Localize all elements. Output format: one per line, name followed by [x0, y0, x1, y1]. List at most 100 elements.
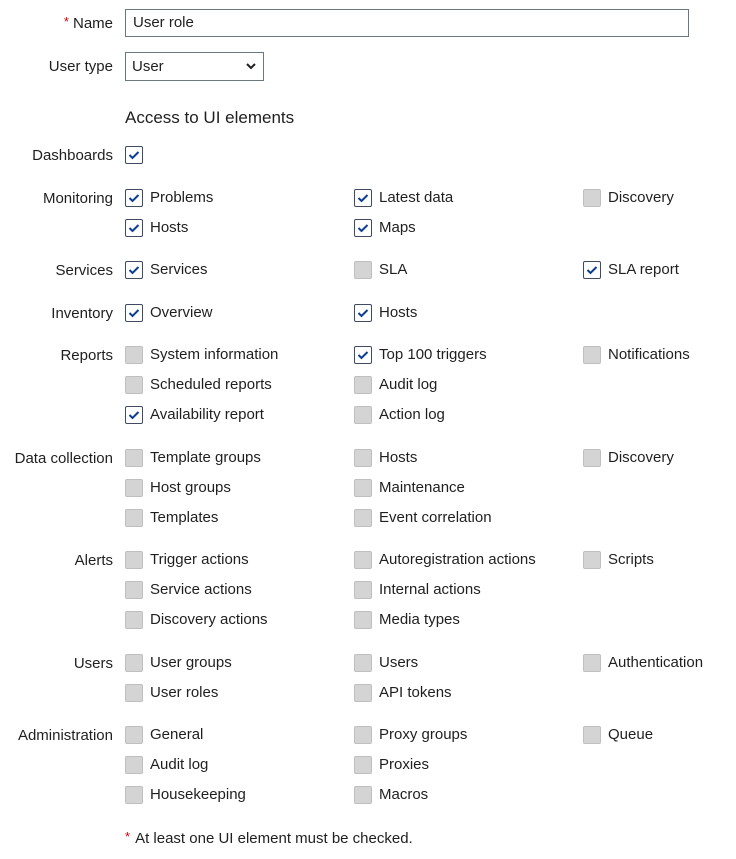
checkbox-label: Problems — [150, 189, 214, 206]
checkmark-icon — [357, 224, 369, 233]
required-mark: * — [125, 829, 131, 844]
checkbox-checked[interactable] — [125, 261, 143, 279]
checkbox-label: Discovery — [608, 449, 674, 466]
checkbox-label: Services — [150, 261, 208, 278]
checkbox-checked[interactable] — [125, 189, 143, 207]
checkbox-label: Hosts — [379, 449, 418, 466]
checkbox-unchecked[interactable] — [354, 611, 372, 629]
checkbox-unchecked[interactable] — [354, 581, 372, 599]
checkbox-checked[interactable] — [354, 304, 372, 322]
group-label: Data collection — [14, 450, 113, 467]
checkmark-icon — [357, 351, 369, 360]
checkbox-label: Overview — [150, 304, 213, 321]
checkbox-unchecked[interactable] — [354, 756, 372, 774]
checkbox-label: SLA — [379, 261, 408, 278]
checkbox-label: Template groups — [150, 449, 261, 466]
checkbox-label: General — [150, 726, 204, 743]
checkbox-label: System information — [150, 346, 279, 363]
user-type-select[interactable]: User — [125, 52, 264, 81]
checkmark-icon — [128, 266, 140, 275]
checkbox-label: Scripts — [608, 551, 654, 568]
checkmark-icon — [586, 266, 598, 275]
checkbox-label: User groups — [150, 654, 232, 671]
checkbox-unchecked[interactable] — [125, 756, 143, 774]
checkmark-icon — [128, 151, 140, 160]
name-input[interactable]: User role — [125, 9, 689, 37]
checkbox-unchecked[interactable] — [125, 654, 143, 672]
checkbox-unchecked[interactable] — [354, 786, 372, 804]
checkbox-unchecked[interactable] — [125, 684, 143, 702]
checkbox-checked[interactable] — [354, 346, 372, 364]
checkmark-icon — [128, 224, 140, 233]
checkbox-checked[interactable] — [125, 304, 143, 322]
checkbox-label: Proxy groups — [379, 726, 468, 743]
checkbox-unchecked[interactable] — [583, 189, 601, 207]
checkbox-checked[interactable] — [583, 261, 601, 279]
checkbox-unchecked[interactable] — [125, 509, 143, 527]
checkbox-unchecked[interactable] — [583, 726, 601, 744]
checkbox-unchecked[interactable] — [354, 406, 372, 424]
checkbox-label: Notifications — [608, 346, 690, 363]
user-type-value: User — [132, 58, 164, 75]
user-type-label: User type — [48, 58, 113, 75]
checkbox-label: Host groups — [150, 479, 231, 496]
checkbox-label: Templates — [150, 509, 219, 526]
checkbox-unchecked[interactable] — [125, 551, 143, 569]
checkbox-label: Media types — [379, 611, 460, 628]
checkbox-unchecked[interactable] — [354, 726, 372, 744]
checkbox-label: Trigger actions — [150, 551, 249, 568]
checkbox-label: Housekeeping — [150, 786, 246, 803]
chevron-down-icon — [246, 63, 256, 70]
checkbox-unchecked[interactable] — [125, 726, 143, 744]
checkbox-label: User roles — [150, 684, 219, 701]
group-label: Administration — [17, 727, 113, 744]
checkbox-unchecked[interactable] — [354, 551, 372, 569]
checkbox-label: Proxies — [379, 756, 430, 773]
checkbox-unchecked[interactable] — [583, 654, 601, 672]
checkbox-unchecked[interactable] — [125, 449, 143, 467]
checkbox-label: Authentication — [608, 654, 704, 671]
checkbox-checked[interactable] — [125, 146, 143, 164]
checkmark-icon — [128, 194, 140, 203]
checkbox-checked[interactable] — [125, 406, 143, 424]
checkbox-unchecked[interactable] — [125, 479, 143, 497]
checkbox-unchecked[interactable] — [354, 479, 372, 497]
checkbox-label: Availability report — [150, 406, 264, 423]
checkbox-label: Users — [379, 654, 419, 671]
name-label-text: Name — [72, 15, 113, 32]
checkbox-label: Macros — [379, 786, 429, 803]
checkbox-unchecked[interactable] — [125, 376, 143, 394]
checkbox-unchecked[interactable] — [354, 684, 372, 702]
checkbox-label: Hosts — [379, 304, 418, 321]
name-label: * Name — [64, 14, 113, 33]
group-label: Reports — [60, 347, 113, 364]
checkbox-unchecked[interactable] — [354, 261, 372, 279]
checkbox-checked[interactable] — [125, 219, 143, 237]
checkbox-unchecked[interactable] — [583, 449, 601, 467]
checkbox-unchecked[interactable] — [354, 509, 372, 527]
footnote-text: At least one UI element must be checked. — [135, 830, 413, 847]
footnote: * At least one UI element must be checked… — [125, 829, 413, 848]
checkbox-label: Top 100 triggers — [379, 346, 487, 363]
checkbox-unchecked[interactable] — [583, 346, 601, 364]
checkbox-label: Internal actions — [379, 581, 481, 598]
checkbox-label: Queue — [608, 726, 654, 743]
checkbox-checked[interactable] — [354, 189, 372, 207]
group-label: Alerts — [74, 552, 113, 569]
checkbox-unchecked[interactable] — [125, 786, 143, 804]
checkbox-unchecked[interactable] — [354, 654, 372, 672]
checkbox-label: Hosts — [150, 219, 189, 236]
checkbox-unchecked[interactable] — [125, 611, 143, 629]
checkbox-label: Audit log — [150, 756, 209, 773]
checkbox-checked[interactable] — [354, 219, 372, 237]
checkbox-unchecked[interactable] — [354, 376, 372, 394]
group-label: Dashboards — [32, 147, 113, 164]
checkbox-label: API tokens — [379, 684, 452, 701]
checkbox-unchecked[interactable] — [354, 449, 372, 467]
checkmark-icon — [128, 309, 140, 318]
checkbox-unchecked[interactable] — [583, 551, 601, 569]
group-label: Users — [73, 655, 113, 672]
checkbox-unchecked[interactable] — [125, 346, 143, 364]
checkbox-label: SLA report — [608, 261, 679, 278]
checkbox-unchecked[interactable] — [125, 581, 143, 599]
